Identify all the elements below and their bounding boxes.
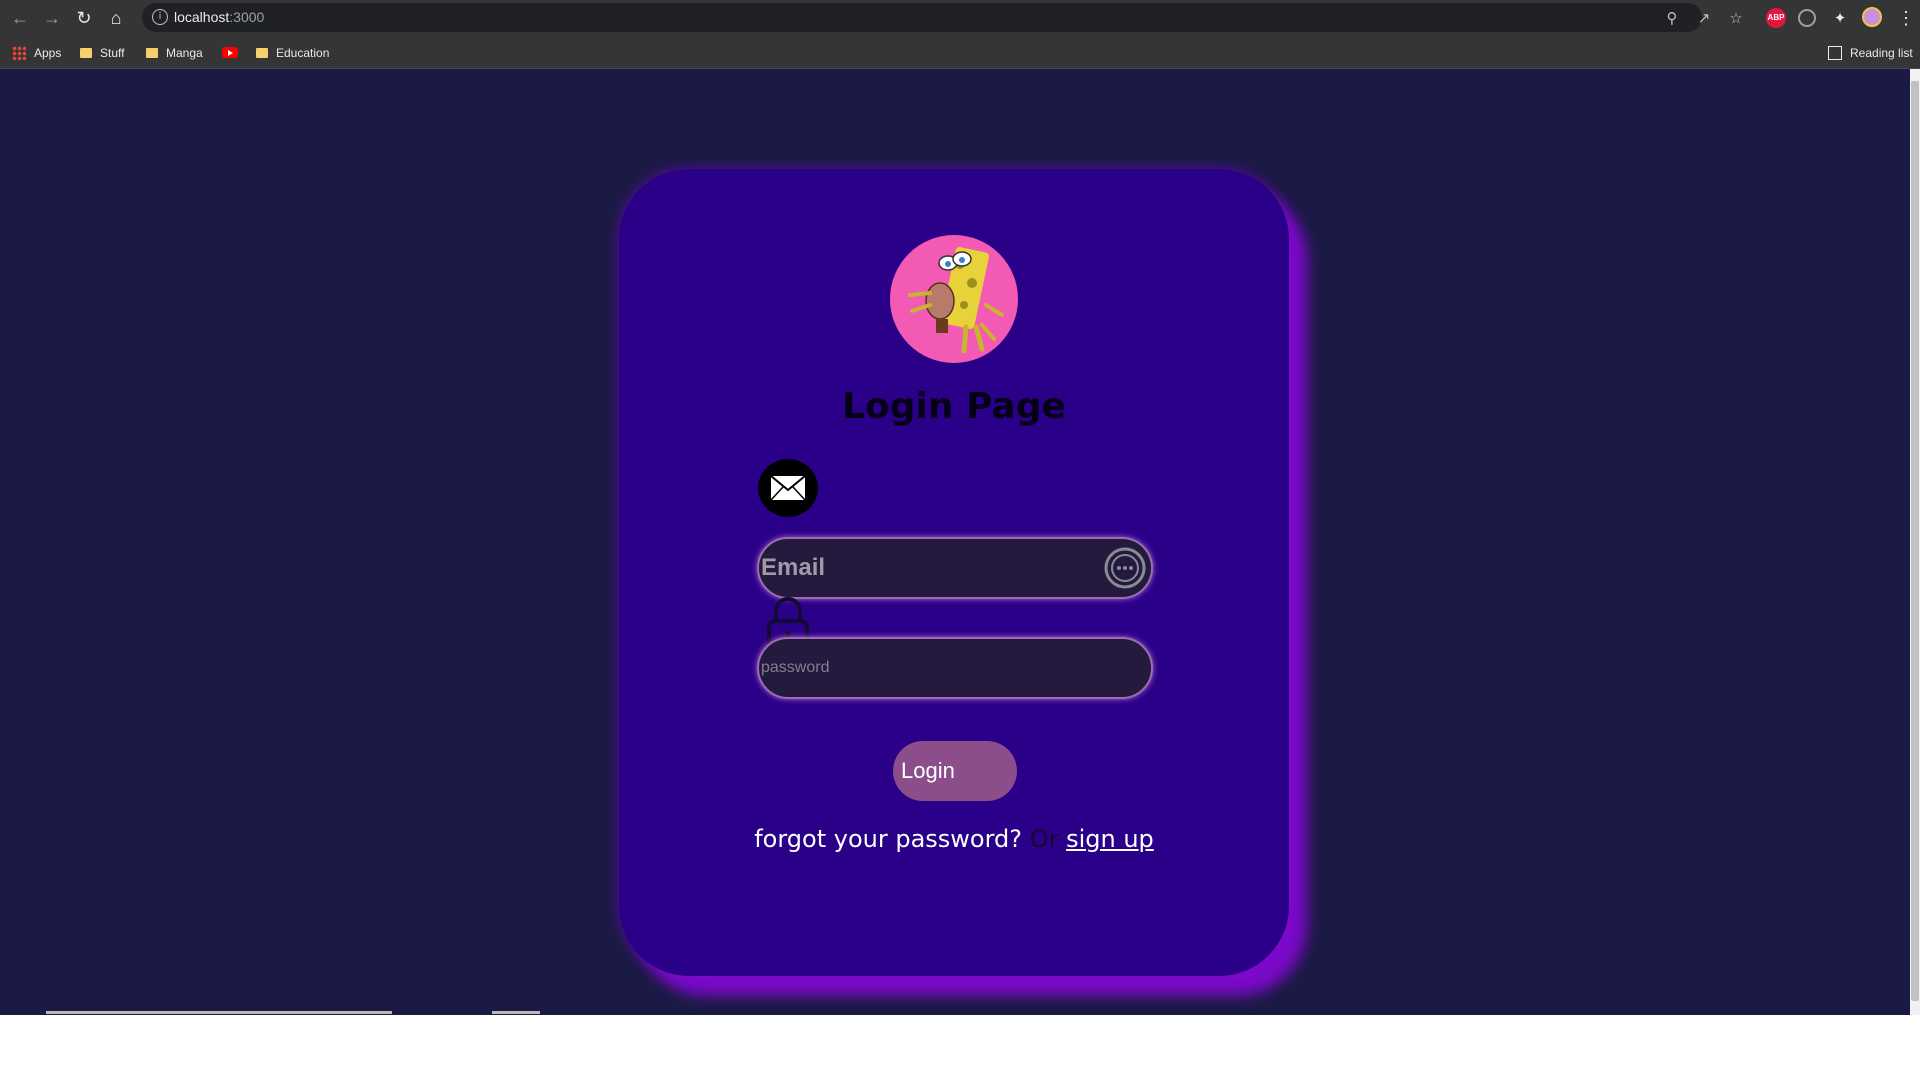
sign-up-link[interactable]: sign up [1066, 825, 1154, 853]
extensions-puzzle-icon[interactable]: ✦ [1830, 8, 1850, 28]
account-links: forgot your password? Or sign up [619, 825, 1289, 853]
apps-grid-icon [12, 46, 26, 60]
email-field[interactable] [757, 537, 1153, 599]
folder-icon [80, 48, 92, 58]
star-bookmark-icon[interactable]: ☆ [1726, 8, 1746, 28]
vertical-scrollbar[interactable] [1910, 69, 1920, 1015]
folder-icon [146, 48, 158, 58]
or-separator: Or [1029, 825, 1059, 853]
share-icon[interactable]: ↗ [1694, 8, 1714, 28]
password-input[interactable] [761, 639, 1101, 697]
browser-window: ← → ↻ ⌂ i localhost:3000 ⚲ ↗ ☆ ABP ✦ ⋮ A… [0, 0, 1920, 1015]
envelope-icon [758, 459, 818, 517]
page-title: Login Page [842, 386, 1066, 427]
folder-icon [256, 48, 268, 58]
forgot-password-link[interactable]: forgot your password? [754, 825, 1022, 853]
zoom-icon[interactable]: ⚲ [1662, 8, 1682, 28]
github-extension-icon[interactable] [1798, 9, 1816, 27]
adblock-extension-icon[interactable]: ABP [1766, 8, 1786, 28]
bookmarks-bar: Apps Stuff Manga Education Reading list [0, 36, 1920, 69]
reading-list-icon [1828, 46, 1842, 60]
address-bar[interactable]: i localhost:3000 ⚲ [142, 3, 1702, 32]
menu-kebab-icon[interactable]: ⋮ [1894, 6, 1918, 30]
horizontal-scroll-indicator [492, 1011, 540, 1014]
reload-icon[interactable]: ↻ [72, 6, 96, 30]
spongebob-caveman-image [908, 247, 1004, 354]
site-info-icon[interactable]: i [152, 9, 168, 25]
password-field[interactable] [757, 637, 1153, 699]
profile-avatar[interactable] [1862, 7, 1882, 27]
login-card: Login Page Email Login forgot your passw… [619, 169, 1289, 976]
youtube-icon [222, 47, 238, 58]
reading-list-button[interactable]: Reading list [1828, 44, 1913, 62]
login-button[interactable]: Login [893, 741, 1017, 801]
bookmark-youtube[interactable] [222, 44, 238, 62]
horizontal-scroll-indicator [46, 1011, 392, 1014]
browser-toolbar: ← → ↻ ⌂ i localhost:3000 ⚲ ↗ ☆ ABP ✦ ⋮ [0, 0, 1920, 36]
bookmark-apps[interactable]: Apps [12, 44, 61, 62]
home-icon[interactable]: ⌂ [104, 6, 128, 30]
email-input[interactable] [761, 539, 1101, 597]
bookmark-education[interactable]: Education [256, 44, 329, 62]
scrollbar-thumb[interactable] [1911, 81, 1919, 1001]
key-dots-icon[interactable] [1102, 545, 1148, 591]
forward-arrow-icon[interactable]: → [40, 6, 64, 30]
bookmark-stuff[interactable]: Stuff [80, 44, 124, 62]
back-arrow-icon[interactable]: ← [8, 6, 32, 30]
url-text[interactable]: localhost:3000 [174, 9, 264, 25]
page-viewport: Login Page Email Login forgot your passw… [0, 69, 1910, 1015]
avatar [890, 235, 1018, 363]
bookmark-manga[interactable]: Manga [146, 44, 203, 62]
